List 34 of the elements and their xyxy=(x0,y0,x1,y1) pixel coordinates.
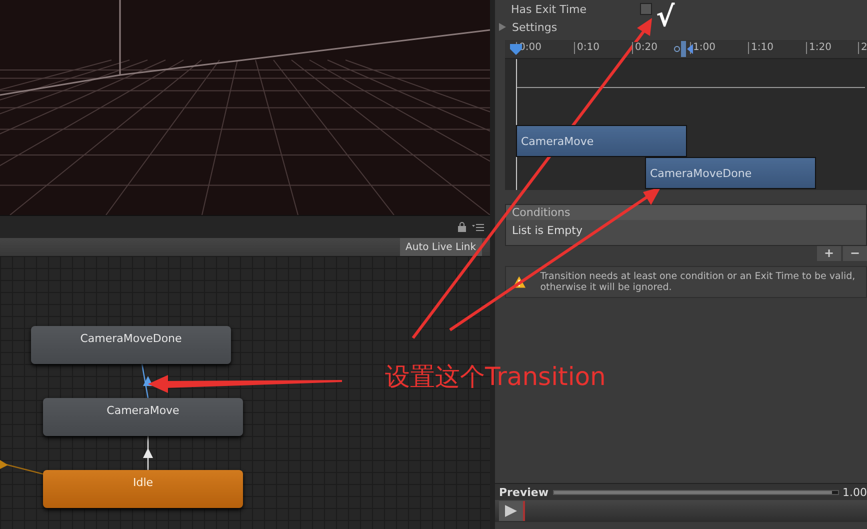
state-node[interactable]: CameraMove xyxy=(43,398,243,436)
slider-fill[interactable] xyxy=(554,490,832,494)
foldout-triangle-icon[interactable] xyxy=(499,23,506,31)
timeline-tick-label: 2 xyxy=(858,42,867,54)
has-exit-time-label: Has Exit Time xyxy=(511,2,588,16)
annotation-check-mark: √ xyxy=(656,0,675,34)
timeline-tick-label: 1:20 xyxy=(806,42,832,54)
add-condition-button[interactable]: + xyxy=(817,246,841,261)
state-node[interactable]: Idle xyxy=(43,470,243,508)
list-empty-text: List is Empty xyxy=(511,223,584,239)
transition-arrow[interactable] xyxy=(141,364,153,398)
annotation-caption: 设置这个Transition xyxy=(385,361,606,393)
timeline-tick-label: 0:20 xyxy=(632,42,658,54)
remove-condition-button[interactable]: − xyxy=(843,246,867,261)
animation-clip-bar[interactable]: CameraMove xyxy=(516,125,687,157)
timeline-tick-label: 1:10 xyxy=(748,42,774,54)
auto-live-link-button[interactable]: Auto Live Link xyxy=(400,238,482,256)
preview-speed-slider[interactable] xyxy=(552,490,838,494)
transition-handle-icon[interactable] xyxy=(673,41,695,57)
preview-speed-value: 1.00 xyxy=(842,486,867,498)
entry-transition-arrow xyxy=(0,460,44,475)
has-exit-time-checkbox[interactable] xyxy=(640,3,652,15)
transition-arrow[interactable] xyxy=(143,436,153,470)
timeline-tick-label: 0:10 xyxy=(574,42,600,54)
play-button[interactable] xyxy=(499,501,525,521)
conditions-header: Conditions xyxy=(506,205,866,220)
lock-icon[interactable] xyxy=(458,222,466,232)
state-node[interactable]: CameraMoveDone xyxy=(31,326,231,364)
preview-label: Preview xyxy=(499,486,549,498)
menu-icon[interactable] xyxy=(472,223,484,231)
animation-clip-bar[interactable]: CameraMoveDone xyxy=(645,157,816,189)
play-icon xyxy=(504,504,518,518)
settings-label[interactable]: Settings xyxy=(512,20,558,34)
warning-text: Transition needs at least one condition or an Exit Time to be valid, otherwise it will be ignored. xyxy=(540,271,856,293)
